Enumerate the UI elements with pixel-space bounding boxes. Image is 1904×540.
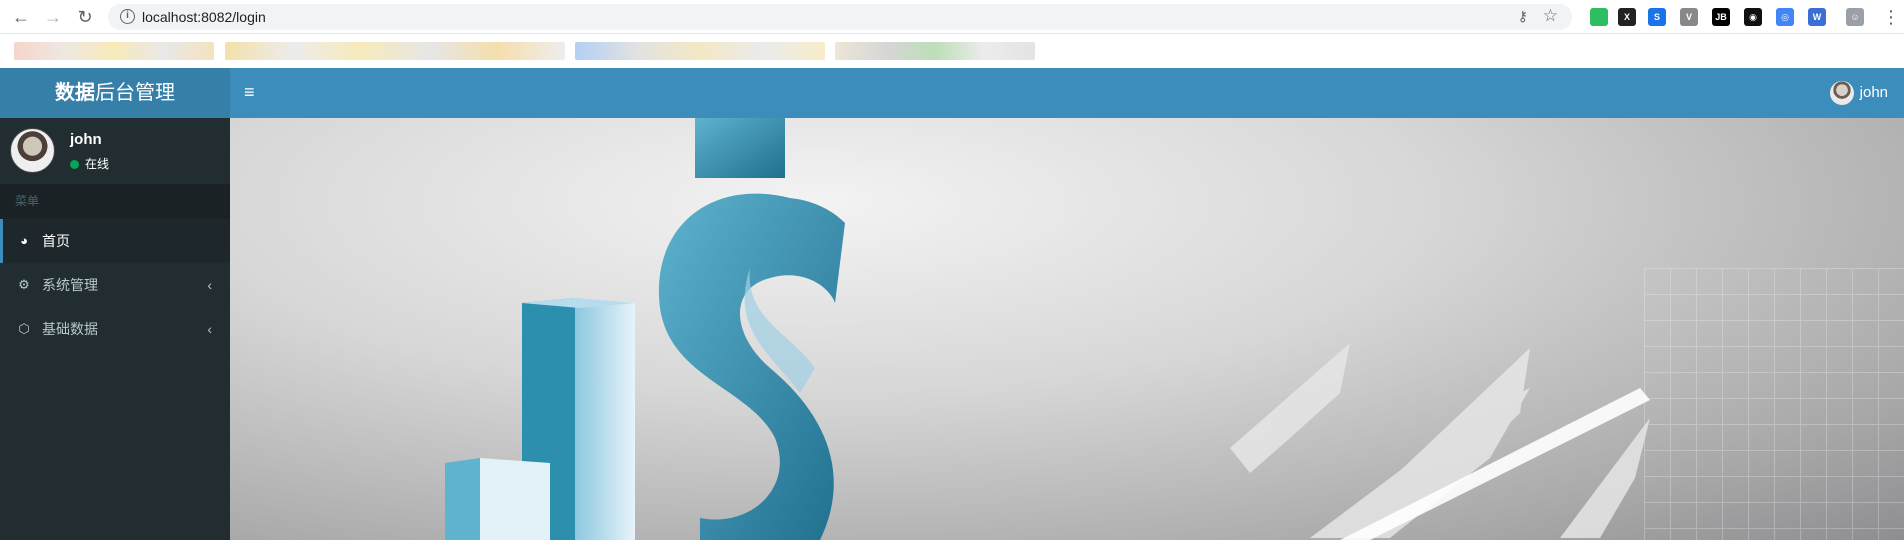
address-url[interactable]: localhost:8082/login <box>142 9 266 25</box>
x-extension-icon[interactable]: X <box>1618 8 1636 26</box>
user-panel: john 在线 <box>0 118 230 184</box>
top-navbar: ≡ john <box>230 68 1904 118</box>
chevron-left-icon: ‹ <box>207 321 212 337</box>
chevron-left-icon: ‹ <box>207 277 212 293</box>
w-extension-icon[interactable]: W <box>1808 8 1826 26</box>
cube-icon: ⬡ <box>18 321 30 336</box>
bookmark-star-icon[interactable]: ☆ <box>1543 6 1558 26</box>
logo-bold: 数据 <box>55 82 95 104</box>
forward-arrow-icon[interactable]: → <box>42 6 64 28</box>
key-icon[interactable]: ⚷ <box>1518 8 1528 25</box>
bookmarks-bar <box>0 34 1904 68</box>
address-bar[interactable]: i localhost:8082/login ⚷ ☆ <box>108 4 1572 30</box>
sidebar-item-label: 基础数据 <box>42 321 98 337</box>
dollar-chart-illustration <box>445 118 1650 540</box>
sidebar-item-system[interactable]: ⚙ 系统管理 ‹ <box>0 263 230 307</box>
dollar-sign-shape <box>658 118 845 540</box>
sidebar: john 在线 菜单 ◕ 首页 ⚙ 系统管理 ‹ ⬡ 基础数据 ‹ <box>0 118 230 540</box>
bar-shapes <box>445 298 635 540</box>
user-status-text: 在线 <box>85 157 110 171</box>
evernote-icon[interactable] <box>1590 8 1608 26</box>
profile-avatar-icon[interactable]: ☺ <box>1846 8 1864 26</box>
sidebar-header: 菜单 <box>0 184 230 219</box>
sidebar-item-label: 系统管理 <box>42 277 98 293</box>
back-arrow-icon[interactable]: ← <box>10 6 32 28</box>
bookmark-item[interactable] <box>575 42 825 60</box>
ghost-extension-icon[interactable]: ◉ <box>1744 8 1762 26</box>
user-status: 在线 <box>70 155 109 172</box>
growth-arrows <box>1230 343 1650 538</box>
bookmark-item[interactable] <box>14 42 214 60</box>
admin-app: 数据后台管理 ≡ john john 在线 菜单 ◕ 首页 ⚙ 系统管理 ‹ ⬡… <box>0 68 1904 540</box>
user-menu[interactable]: john <box>1829 80 1888 106</box>
browser-toolbar: ← → ↻ i localhost:8082/login ⚷ ☆ X S V JB ◉ ◎… <box>0 0 1904 34</box>
dashboard-icon: ◕ <box>20 233 28 248</box>
sidebar-toggle-icon[interactable]: ≡ <box>244 82 255 102</box>
user-avatar <box>1829 81 1854 106</box>
sidebar-item-label: 首页 <box>42 233 70 249</box>
online-dot-icon <box>70 160 79 170</box>
logo-rest: 后台管理 <box>95 82 175 104</box>
s-new-extension-icon[interactable]: S <box>1648 8 1666 26</box>
sidebar-avatar <box>10 128 55 173</box>
site-info-icon[interactable]: i <box>120 9 135 24</box>
app-logo[interactable]: 数据后台管理 <box>0 68 230 118</box>
chrome-extension-icon[interactable]: ◎ <box>1776 8 1794 26</box>
sidebar-user-name: john <box>70 131 102 148</box>
bookmark-item[interactable] <box>835 42 1035 60</box>
sidebar-item-basedata[interactable]: ⬡ 基础数据 ‹ <box>0 307 230 351</box>
reload-icon[interactable]: ↻ <box>74 6 96 28</box>
cogs-icon: ⚙ <box>18 277 30 292</box>
bookmark-item[interactable] <box>225 42 565 60</box>
jb-extension-icon[interactable]: JB <box>1712 8 1730 26</box>
main-content-banner <box>230 118 1904 540</box>
vue-devtools-icon[interactable]: V <box>1680 8 1698 26</box>
user-menu-name: john <box>1859 84 1888 101</box>
menu-kebab-icon[interactable]: ⋮ <box>1880 6 1902 28</box>
sidebar-item-home[interactable]: ◕ 首页 <box>0 219 230 263</box>
